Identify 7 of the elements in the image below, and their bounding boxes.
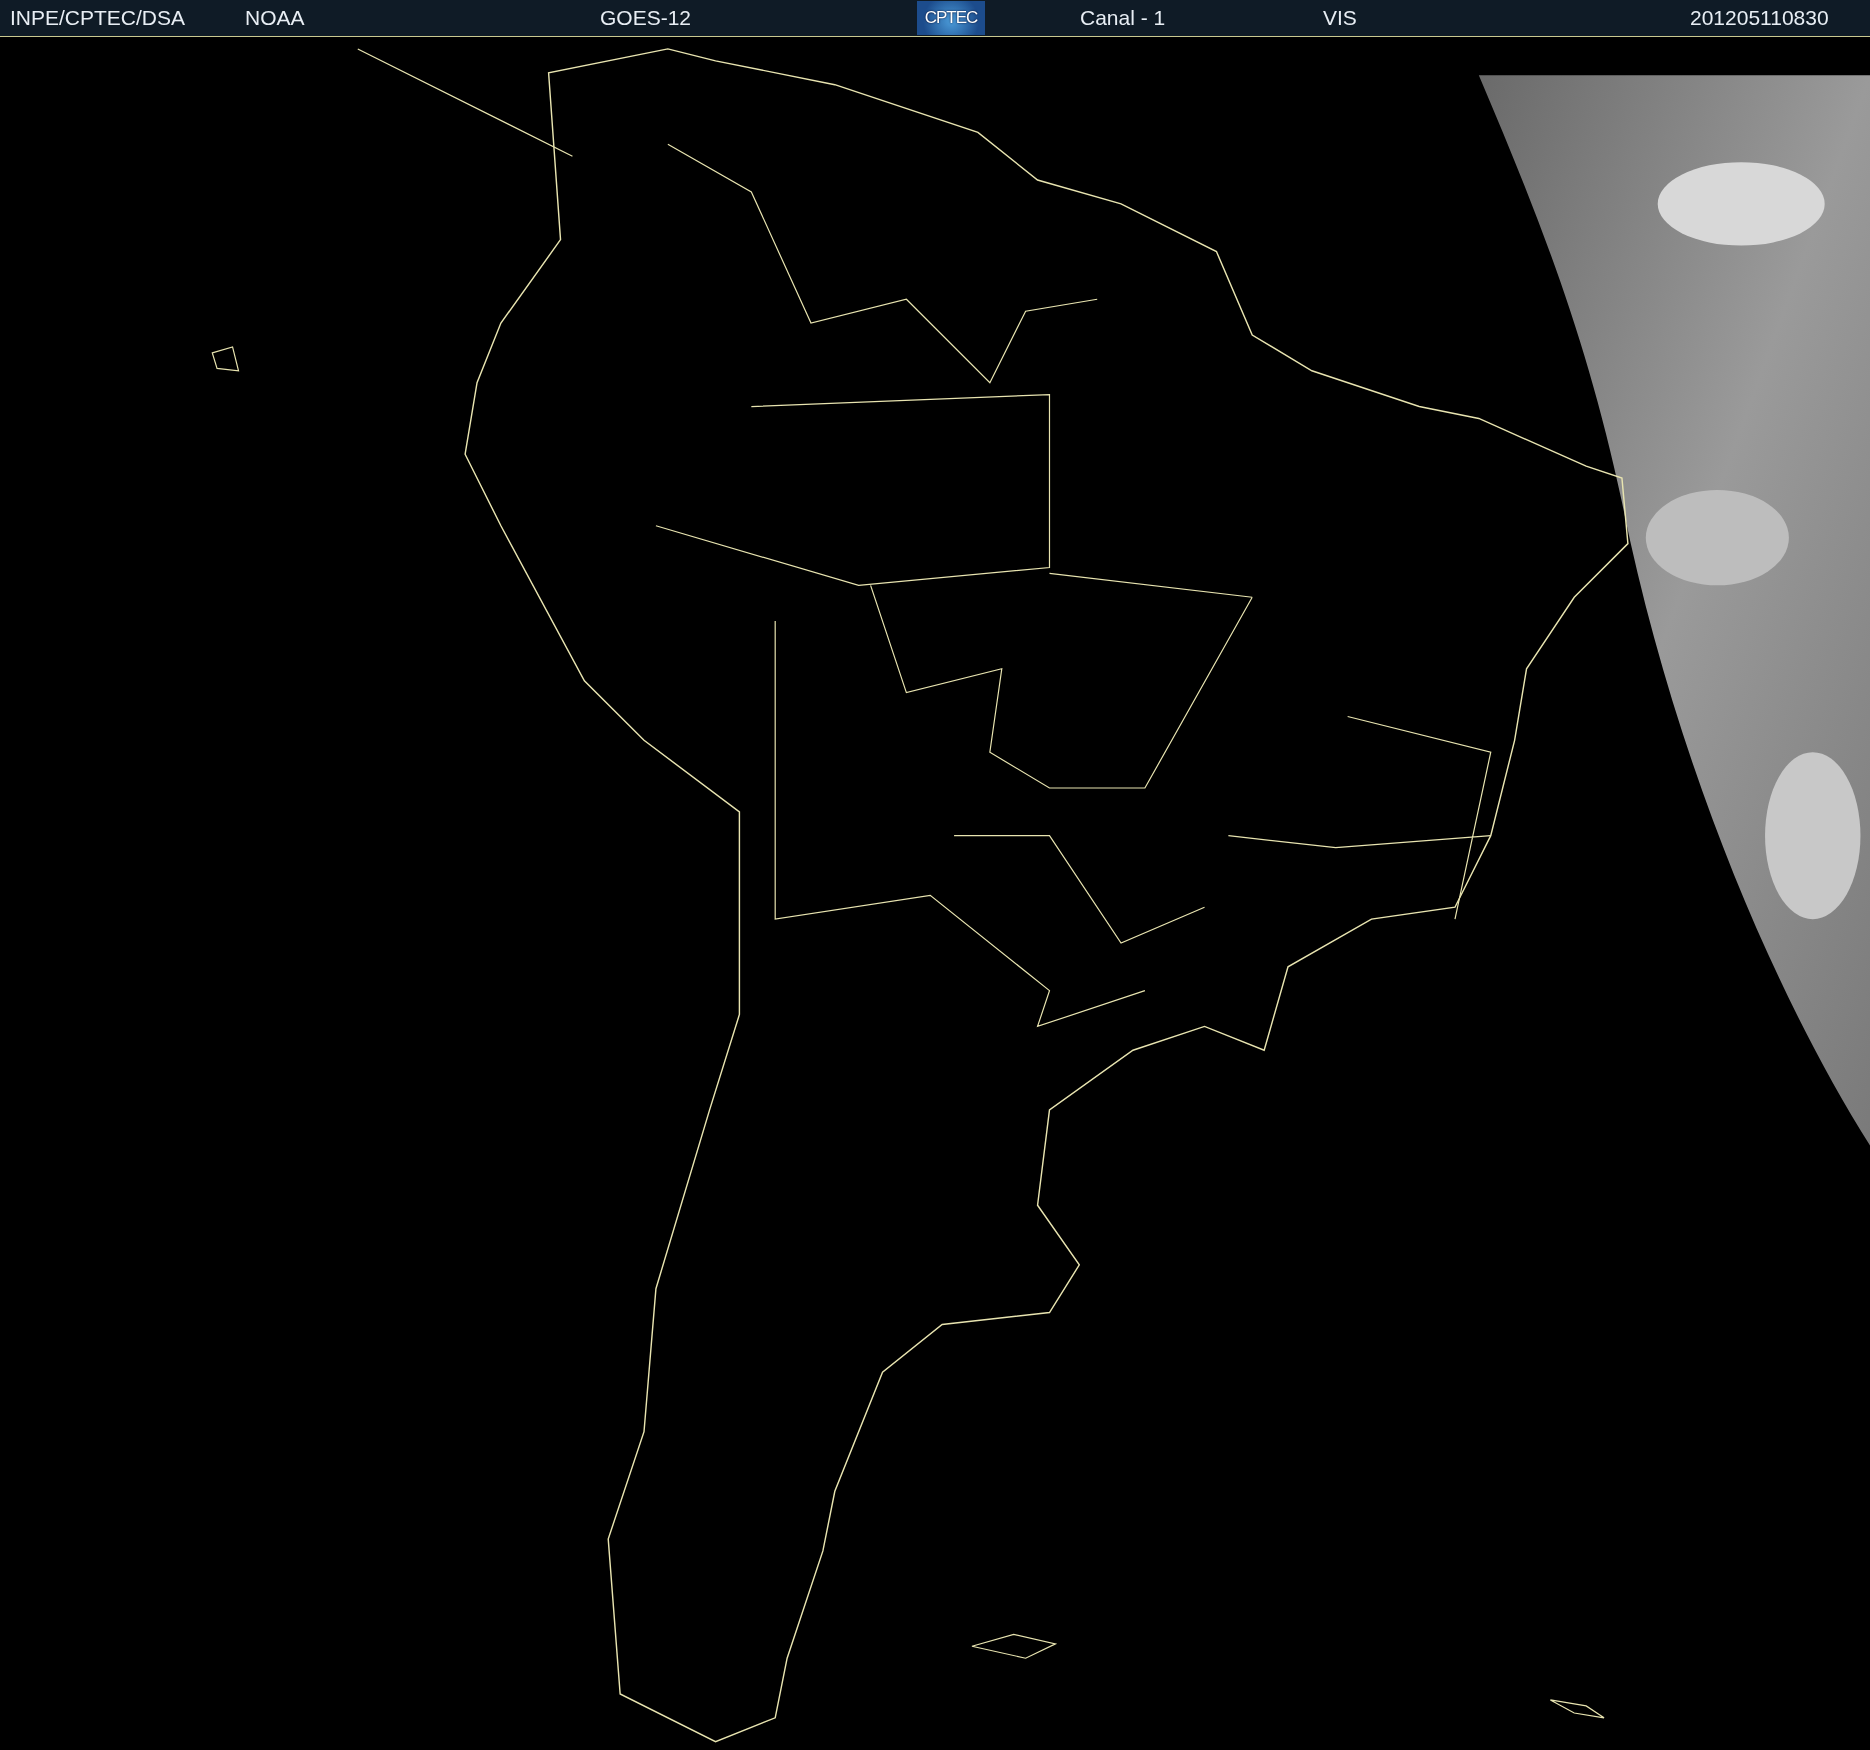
timestamp-label: 201205110830	[1690, 6, 1830, 30]
logo: CPTEC	[917, 1, 985, 35]
channel-label: Canal - 1	[1080, 6, 1167, 30]
source-label: INPE/CPTEC/DSA	[9, 6, 187, 30]
satellite-label: GOES-12	[600, 6, 693, 30]
agency-label: NOAA	[245, 6, 306, 30]
band-label: VIS	[1323, 6, 1358, 30]
